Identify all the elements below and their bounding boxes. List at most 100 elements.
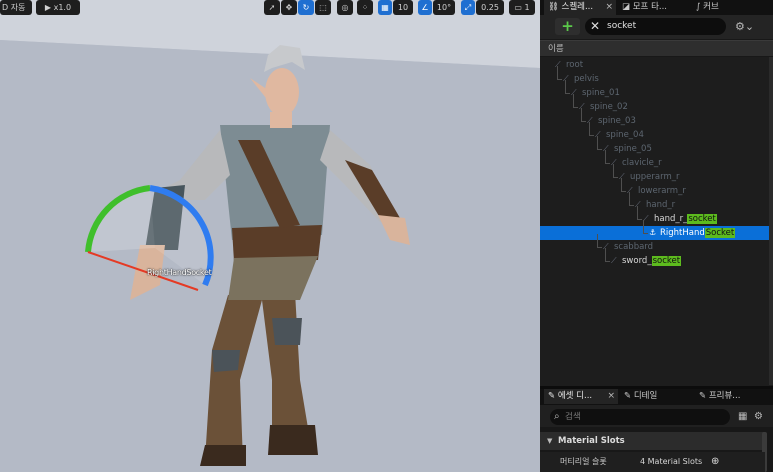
- tree-connector: [613, 164, 614, 177]
- tree-connector: [597, 247, 602, 248]
- socket-label: RightHandSocket: [147, 268, 212, 277]
- tree-connector: [581, 121, 586, 122]
- search-match-highlight: socket: [687, 214, 717, 224]
- scale-snap-value[interactable]: 0.25: [476, 0, 504, 15]
- bone-icon: ⟋: [643, 214, 649, 223]
- tab-preview[interactable]: ✎ 프리뷰...: [695, 389, 769, 404]
- settings-icon[interactable]: ⚙: [754, 409, 763, 425]
- tree-row[interactable]: ⟋ root: [540, 58, 769, 72]
- tree-row[interactable]: ⟋ hand_r_socket: [540, 206, 769, 226]
- tree-row[interactable]: ⟋ spine_04: [540, 122, 769, 142]
- view-mode-label: D 자동: [2, 3, 26, 12]
- tab-curve[interactable]: ∫ 커브: [692, 0, 762, 15]
- tree-scrollbar[interactable]: [769, 57, 773, 385]
- material-slots-label: 머티리얼 슬롯: [560, 457, 607, 466]
- tree-connector: [613, 177, 618, 178]
- camera-speed-button[interactable]: ▭ 1: [509, 0, 535, 15]
- skeleton-tree-icon: ⛓: [548, 2, 562, 12]
- angle-snap-toggle[interactable]: ∠: [418, 0, 432, 15]
- tab-curve-label: 커브: [703, 2, 719, 12]
- tree-row[interactable]: ⟋ clavicle_r: [540, 150, 769, 170]
- tree-connector: [643, 220, 644, 233]
- search-match-highlight: socket: [651, 256, 682, 266]
- tree-row-label: spine_04: [606, 128, 644, 142]
- bone-icon: ⟋: [611, 256, 617, 265]
- tree-row[interactable]: ⟋ spine_01: [540, 80, 769, 100]
- tree-row-label: sword_socket: [622, 254, 682, 268]
- level-viewport[interactable]: D 자동 ▶ x1.0 ➚ ✥ ↻ ⬚ ◎ ⁘ ▦ 10 ∠ 10° ⤢ 0.2…: [0, 0, 540, 472]
- clear-search-icon[interactable]: ✕: [590, 18, 600, 35]
- tree-row[interactable]: ⟋ hand_r: [540, 192, 769, 212]
- grid-snap-value-label: 10: [397, 3, 409, 12]
- collapse-arrow-icon[interactable]: ▼: [547, 432, 552, 450]
- tree-row-label: upperarm_r: [630, 170, 679, 184]
- search-value[interactable]: socket: [607, 18, 636, 35]
- material-slots-section-header[interactable]: ▼ Material Slots: [540, 432, 765, 450]
- tab-skeleton-tree[interactable]: ⛓ 스켈레... ×: [544, 0, 616, 15]
- coordinate-space-button[interactable]: ◎: [337, 0, 353, 15]
- bone-name: upperarm_r: [630, 172, 680, 182]
- tree-row[interactable]: ⟋ pelvis: [540, 66, 769, 86]
- tree-row-label: spine_03: [598, 114, 636, 128]
- tree-row[interactable]: ⟋ spine_02: [540, 94, 769, 114]
- bone-name: lowerarm_r: [638, 186, 686, 196]
- tree-connector: [605, 261, 610, 262]
- tree-row[interactable]: ⟋ upperarm_r: [540, 164, 769, 184]
- tree-row-label: root: [566, 58, 583, 72]
- tab-morph-target-label: 모프 타...: [632, 2, 668, 12]
- bone-name: clavicle_r: [622, 158, 662, 168]
- rotate-button[interactable]: ↻: [298, 0, 314, 15]
- tree-row-label: RightHandSocket: [660, 226, 736, 240]
- tab-skeleton-tree-label: 스켈레...: [561, 2, 594, 12]
- tree-connector: [581, 108, 582, 121]
- tree-row[interactable]: ⟋ sword_socket: [540, 248, 769, 268]
- asset-details-icon: ✎: [548, 391, 558, 401]
- bone-name: spine_05: [614, 144, 652, 154]
- tree-connector: [565, 80, 566, 93]
- tree-connector: [629, 192, 630, 205]
- tree-row[interactable]: ⚓ RightHandSocket: [540, 220, 769, 240]
- play-speed-button[interactable]: ▶ x1.0: [36, 0, 80, 15]
- tree-row[interactable]: ⟋ lowerarm_r: [540, 178, 769, 198]
- tab-asset-details-label: 에셋 디...: [557, 391, 593, 401]
- grid-snap-value[interactable]: 10: [393, 0, 413, 15]
- tree-connector: [573, 94, 574, 107]
- scale-snap-icon: ⤢: [464, 3, 472, 12]
- add-material-slot-icon[interactable]: ⊕: [711, 452, 719, 472]
- tree-row[interactable]: ⟋ spine_03: [540, 108, 769, 128]
- bone-name: spine_01: [582, 88, 620, 98]
- bone-name: spine_03: [598, 116, 636, 126]
- tree-connector: [637, 219, 642, 220]
- scale-button[interactable]: ⬚: [315, 0, 331, 15]
- translate-button[interactable]: ✥: [281, 0, 297, 15]
- name-column-header[interactable]: 이름: [540, 40, 773, 56]
- grid-snap-toggle[interactable]: ▦: [378, 0, 392, 15]
- bone-name: spine_02: [590, 102, 628, 112]
- tree-row[interactable]: ⟋ spine_05: [540, 136, 769, 156]
- close-icon[interactable]: ×: [607, 389, 615, 404]
- tab-preview-label: 프리뷰...: [708, 391, 741, 401]
- table-view-icon[interactable]: ▦: [738, 409, 747, 425]
- tree-connector: [557, 79, 562, 80]
- tree-row[interactable]: ⟋ scabbard: [540, 234, 769, 254]
- surface-snap-button[interactable]: ⁘: [357, 0, 373, 15]
- bone-name: hand_r_: [654, 214, 688, 224]
- camera-speed-label: 1: [524, 3, 530, 12]
- angle-snap-value[interactable]: 10°: [433, 0, 455, 15]
- select-mode-button[interactable]: ➚: [264, 0, 280, 15]
- scale-snap-toggle[interactable]: ⤢: [461, 0, 475, 15]
- close-icon[interactable]: ×: [605, 0, 613, 15]
- bottom-tab-bar: ✎ 에셋 디... × ✎ 디테일 ✎ 프리뷰...: [540, 389, 773, 405]
- settings-icon[interactable]: ⚙⌄: [735, 18, 754, 35]
- add-button[interactable]: +: [555, 18, 580, 35]
- view-mode-button[interactable]: D 자동: [0, 0, 32, 15]
- grid-icon: ▦: [381, 3, 389, 12]
- viewport-scene: [0, 0, 540, 472]
- tab-asset-details[interactable]: ✎ 에셋 디... ×: [544, 389, 618, 404]
- tab-details[interactable]: ✎ 디테일: [620, 389, 690, 404]
- bone-name: root: [566, 60, 584, 70]
- top-tab-bar: ⛓ 스켈레... × ◪ 모프 타... ∫ 커브: [540, 0, 773, 15]
- tab-morph-target[interactable]: ◪ 모프 타...: [618, 0, 688, 15]
- morph-icon: ◪: [622, 2, 633, 12]
- tree-connector: [589, 122, 590, 135]
